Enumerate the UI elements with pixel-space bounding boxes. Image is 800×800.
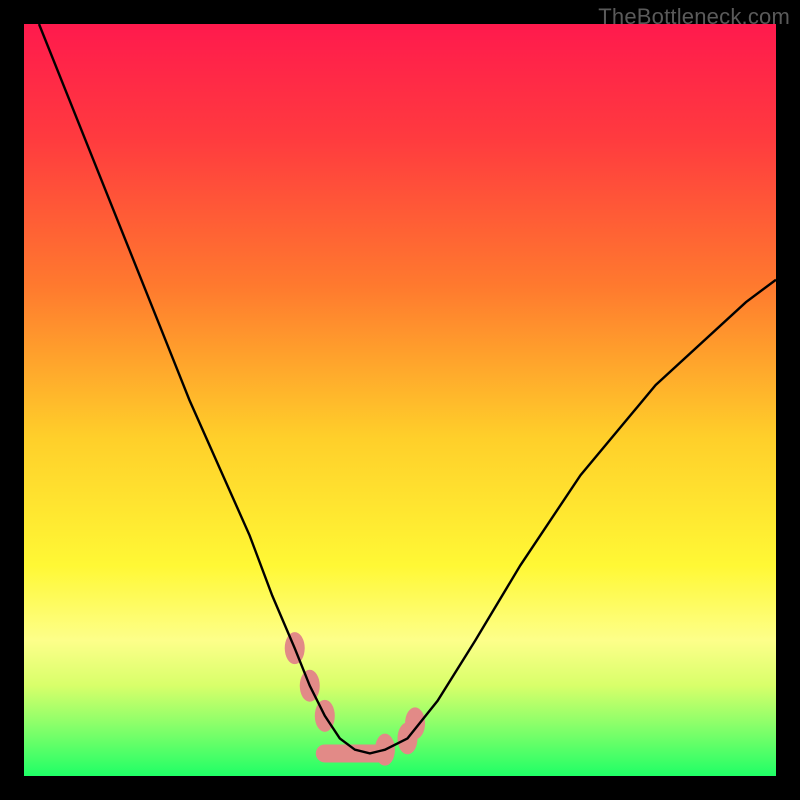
bottleneck-chart [24,24,776,776]
chart-frame [24,24,776,776]
marker-dot [405,707,425,739]
chart-background [24,24,776,776]
